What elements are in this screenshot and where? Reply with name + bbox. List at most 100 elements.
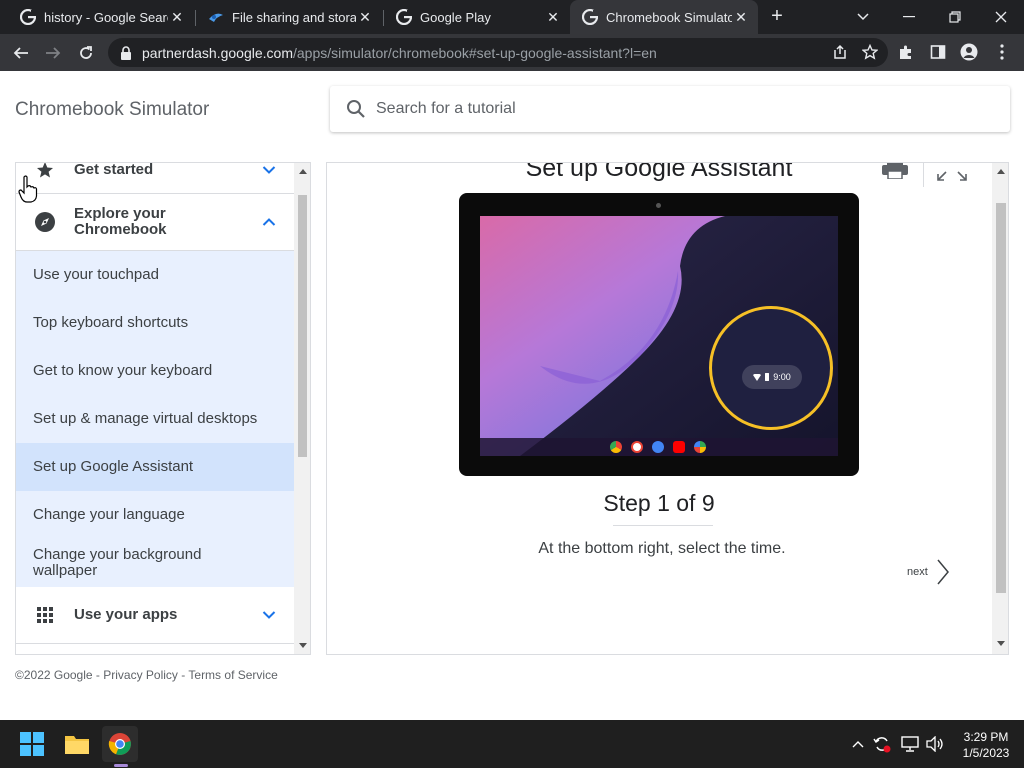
subitem-use-touchpad[interactable]: Use your touchpad (16, 251, 294, 299)
footer-separator: - (92, 668, 104, 682)
hand-cursor-icon (18, 175, 38, 203)
divider (613, 525, 713, 526)
file-explorer-icon[interactable] (59, 726, 95, 762)
tutorial-search-box[interactable] (330, 86, 1010, 132)
subitem-google-assistant[interactable]: Set up Google Assistant (16, 443, 294, 491)
section-use-apps[interactable]: Use your apps (16, 587, 294, 644)
tab-google-play[interactable]: Google Play ✕ (384, 0, 570, 34)
show-hidden-icons-chevron[interactable] (848, 734, 868, 754)
tab-title: File sharing and storage (232, 9, 356, 25)
scroll-up-arrow[interactable] (299, 169, 307, 174)
chevron-down-icon (262, 611, 276, 619)
subitem-change-language[interactable]: Change your language (16, 491, 294, 539)
tab-search-chevron-icon[interactable] (840, 0, 886, 34)
google-icon (396, 9, 412, 25)
close-tab-icon[interactable]: ✕ (732, 9, 750, 26)
sidebar-scroll-thumb[interactable] (298, 195, 307, 457)
extensions-icon[interactable] (894, 40, 918, 64)
subitem-know-keyboard[interactable]: Get to know your keyboard (16, 347, 294, 395)
minimize-button[interactable] (886, 0, 932, 34)
tab-title: Google Play (420, 9, 491, 25)
tab-history-search[interactable]: history - Google Search ✕ (8, 0, 194, 34)
chrome-icon (610, 441, 622, 453)
address-bar[interactable]: partnerdash.google.com/apps/simulator/ch… (108, 38, 888, 67)
tab-title: Chromebook Simulator (606, 9, 732, 25)
browser-tab-strip: history - Google Search ✕ File sharing a… (0, 0, 1024, 34)
windows-start-icon[interactable] (14, 726, 50, 762)
next-step-button[interactable]: next (907, 557, 950, 587)
clock-time: 3:29 PM (963, 730, 1009, 744)
url-path: /apps/simulator/chromebook#set-up-google… (293, 44, 657, 61)
subitem-virtual-desktops[interactable]: Set up & manage virtual desktops (16, 395, 294, 443)
docs-icon (652, 441, 664, 453)
copyright: ©2022 Google (15, 668, 93, 682)
network-icon[interactable] (900, 734, 920, 754)
scroll-down-arrow[interactable] (299, 643, 307, 648)
apps-grid-icon (34, 604, 56, 626)
windows-taskbar: 3:29 PM 1/5/2023 (0, 720, 1024, 768)
close-tab-icon[interactable]: ✕ (544, 9, 562, 26)
section-explore-chromebook[interactable]: Explore your Chromebook (16, 194, 294, 251)
status-tray[interactable]: 9:00 (742, 365, 802, 389)
drive-icon (209, 13, 223, 22)
share-icon[interactable] (832, 44, 848, 60)
privacy-policy-link[interactable]: Privacy Policy (103, 668, 178, 682)
section-label: Use your apps (74, 606, 178, 623)
forward-button[interactable] (40, 40, 66, 66)
section-get-started[interactable]: Get started (16, 163, 294, 194)
tab-title: history - Google Search (44, 9, 168, 25)
active-app-indicator (114, 764, 128, 767)
section-label: Explore your Chromebook (74, 205, 167, 238)
tab-file-sharing[interactable]: File sharing and storage ✕ (196, 0, 382, 34)
back-button[interactable] (8, 40, 34, 66)
side-panel-icon[interactable] (926, 40, 950, 64)
scroll-up-arrow[interactable] (997, 169, 1005, 174)
sidebar-scrollbar[interactable] (294, 163, 310, 654)
subitem-keyboard-shortcuts[interactable]: Top keyboard shortcuts (16, 299, 294, 347)
site-title[interactable]: Chromebook Simulator (15, 99, 209, 121)
close-window-button[interactable] (978, 0, 1024, 34)
sync-alert-icon[interactable] (872, 734, 892, 754)
volume-icon[interactable] (925, 734, 945, 754)
tab-chromebook-simulator[interactable]: Chromebook Simulator ✕ (570, 0, 758, 34)
step-instruction: At the bottom right, select the time. (538, 540, 786, 557)
chrome-taskbar-icon[interactable] (102, 726, 138, 762)
zoom-highlight-circle[interactable]: 9:00 (709, 306, 833, 430)
panel-scroll-thumb[interactable] (996, 203, 1006, 593)
reload-button[interactable] (73, 40, 99, 66)
device-camera (656, 203, 661, 208)
footer-separator: - (177, 668, 189, 682)
chevron-down-icon (262, 166, 276, 174)
clock-date: 1/5/2023 (962, 746, 1010, 760)
lock-icon (121, 45, 131, 60)
taskbar-clock[interactable]: 3:29 PM 1/5/2023 (952, 729, 1020, 761)
close-tab-icon[interactable]: ✕ (168, 9, 186, 26)
restore-button[interactable] (932, 0, 978, 34)
chevron-right-icon (937, 559, 949, 585)
chromeos-shelf (480, 438, 838, 456)
profile-icon[interactable] (957, 40, 981, 64)
url-host: partnerdash.google.com (142, 44, 293, 61)
status-time: 9:00 (773, 372, 791, 382)
browser-menu-icon[interactable] (990, 40, 1014, 64)
panel-scrollbar[interactable] (992, 163, 1008, 654)
page-footer: ©2022 Google - Privacy Policy - Terms of… (15, 668, 278, 682)
scroll-down-arrow[interactable] (997, 641, 1005, 646)
close-tab-icon[interactable]: ✕ (356, 9, 374, 26)
wifi-icon (753, 373, 762, 381)
subitem-background-wallpaper[interactable]: Change your background wallpaper (16, 539, 294, 587)
search-input[interactable] (376, 100, 976, 118)
google-icon (582, 9, 598, 25)
new-tab-button[interactable]: + (766, 6, 788, 28)
print-icon[interactable] (881, 163, 909, 181)
next-label: next (907, 566, 928, 578)
youtube-icon (673, 441, 685, 453)
terms-of-service-link[interactable]: Terms of Service (188, 668, 277, 682)
chromebook-device-illustration: 9:00 (459, 193, 859, 476)
gmail-icon (631, 441, 643, 453)
play-store-icon (694, 441, 706, 453)
bookmark-star-icon[interactable] (862, 44, 878, 60)
fullscreen-expand-icon[interactable] (923, 163, 979, 187)
page-header: Chromebook Simulator (0, 71, 1024, 161)
browser-toolbar: partnerdash.google.com/apps/simulator/ch… (0, 34, 1024, 71)
